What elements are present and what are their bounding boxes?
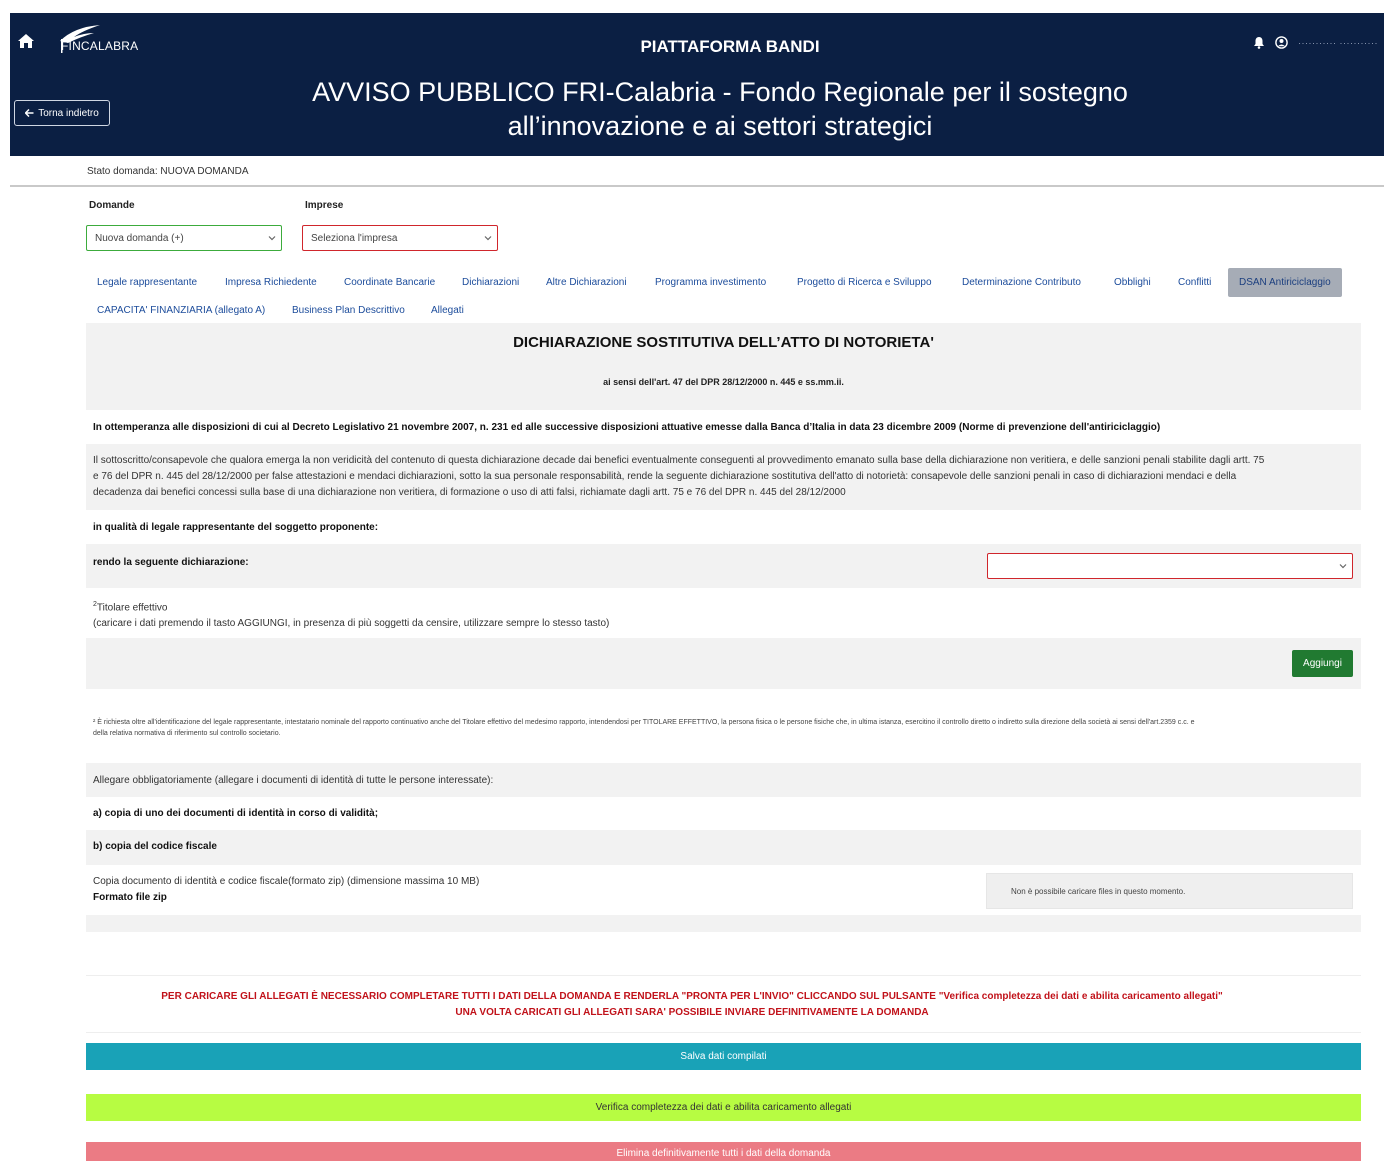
form-header: DICHIARAZIONE SOSTITUTIVA DELL’ATTO DI N… — [86, 323, 1361, 410]
username[interactable]: ··········· ··········· — [1298, 38, 1378, 48]
imprese-label: Imprese — [305, 200, 344, 211]
tab-programma-investimento[interactable]: Programma investimento — [644, 268, 777, 297]
back-button-label: Torna indietro — [38, 107, 99, 119]
back-button[interactable]: Torna indietro — [14, 100, 110, 126]
warning-line2: UNA VOLTA CARICATI GLI ALLEGATI SARA' PO… — [455, 1007, 929, 1018]
intro-row: In ottemperanza alle disposizioni di cui… — [86, 410, 1361, 444]
form-subtitle: ai sensi dell'art. 47 del DPR 28/12/2000… — [603, 377, 844, 387]
application-status: Stato domanda: NUOVA DOMANDA — [87, 166, 249, 177]
upload-box[interactable]: Non è possibile caricare files in questo… — [986, 873, 1353, 909]
item-b-row: b) copia del codice fiscale — [86, 830, 1361, 865]
app-header: FINCALABRA PIATTAFORMA BANDI ···········… — [10, 13, 1384, 156]
upload-row: Copia documento di identità e codice fis… — [86, 865, 1361, 915]
platform-title: PIATTAFORMA BANDI — [640, 37, 820, 56]
qualita-text: in qualità di legale rappresentante del … — [93, 522, 379, 533]
tab-legale-rappresentante[interactable]: Legale rappresentante — [86, 268, 208, 297]
tab-altre-dichiarazioni[interactable]: Altre Dichiarazioni — [535, 268, 638, 297]
verify-button[interactable]: Verifica completezza dei dati e abilita … — [86, 1094, 1361, 1121]
item-a-row: a) copia di uno dei documenti di identit… — [86, 797, 1361, 830]
imprese-select-value: Seleziona l'impresa — [311, 232, 398, 244]
tab-allegati[interactable]: Allegati — [420, 296, 475, 325]
tab-obblighi[interactable]: Obblighi — [1103, 268, 1162, 297]
intro-text: In ottemperanza alle disposizioni di cui… — [93, 422, 1161, 433]
warning-message: PER CARICARE GLI ALLEGATI È NECESSARIO C… — [0, 989, 1384, 1021]
declaration-body-line1: Il sottoscritto/consapevole che qualora … — [93, 455, 1265, 466]
upload-format: Formato file zip — [93, 892, 167, 903]
qualita-row: in qualità di legale rappresentante del … — [86, 510, 1361, 544]
domande-select-value: Nuova domanda (+) — [95, 232, 184, 244]
titolare-note: (caricare i dati premendo il tasto AGGIU… — [93, 618, 610, 630]
imprese-select[interactable]: Seleziona l'impresa — [302, 225, 498, 251]
rendo-row: rendo la seguente dichiarazione: — [86, 544, 1361, 588]
declaration-body-row: Il sottoscritto/consapevole che qualora … — [86, 444, 1361, 510]
bell-icon[interactable] — [1253, 36, 1265, 49]
save-button[interactable]: Salva dati compilati — [86, 1043, 1361, 1070]
tab-business-plan[interactable]: Business Plan Descrittivo — [281, 296, 416, 325]
call-title: AVVISO PUBBLICO FRI-Calabria - Fondo Reg… — [270, 75, 1170, 143]
tab-determinazione-contributo[interactable]: Determinazione Contributo — [951, 268, 1092, 297]
footnote-row: ² È richiesta oltre all'identificazione … — [86, 689, 1361, 763]
footnote-line2: della relativa normativa di riferimento … — [93, 730, 281, 737]
rendo-text: rendo la seguente dichiarazione: — [93, 557, 249, 568]
titolare-row: 2Titolare effettivo (caricare i dati pre… — [86, 588, 1361, 638]
chevron-down-icon — [268, 236, 276, 241]
warning-line1: PER CARICARE GLI ALLEGATI È NECESSARIO C… — [161, 991, 1223, 1002]
header-divider — [10, 185, 1384, 187]
titolare-label: Titolare effettivo — [96, 602, 168, 614]
chevron-down-icon — [1339, 564, 1347, 569]
delete-button[interactable]: Elimina definitivamente tutti i dati del… — [86, 1142, 1361, 1161]
allegare-text: Allegare obbligatoriamente (allegare i d… — [93, 775, 494, 786]
tab-dichiarazioni[interactable]: Dichiarazioni — [451, 268, 530, 297]
separator — [86, 975, 1361, 976]
upload-label: Copia documento di identità e codice fis… — [93, 876, 480, 887]
tab-capacita-finanziaria[interactable]: CAPACITA' FINANZIARIA (allegato A) — [86, 296, 276, 325]
item-a-text: a) copia di uno dei documenti di identit… — [93, 808, 379, 819]
chevron-down-icon — [484, 236, 492, 241]
arrow-left-icon — [25, 109, 34, 117]
form-title: DICHIARAZIONE SOSTITUTIVA DELL’ATTO DI N… — [513, 334, 934, 351]
allegare-row: Allegare obbligatoriamente (allegare i d… — [86, 763, 1361, 797]
call-title-line1: AVVISO PUBBLICO FRI-Calabria - Fondo Reg… — [312, 77, 1128, 107]
call-title-line2: all’innovazione e ai settori strategici — [507, 111, 933, 141]
domande-label: Domande — [89, 200, 135, 211]
item-b-text: b) copia del codice fiscale — [93, 841, 217, 852]
dichiarazione-select[interactable] — [987, 553, 1353, 579]
declaration-body-line3: decadenza dai benefici concessi sulla ba… — [93, 487, 846, 498]
form-footer — [86, 915, 1361, 932]
domande-select[interactable]: Nuova domanda (+) — [86, 225, 282, 251]
tab-conflitti[interactable]: Conflitti — [1167, 268, 1222, 297]
upload-status: Non è possibile caricare files in questo… — [1011, 886, 1186, 896]
footnote-line1: ² È richiesta oltre all'identificazione … — [93, 719, 1195, 726]
declaration-body-line2: e 76 del DPR n. 445 del 28/12/2000 per f… — [93, 471, 1237, 482]
add-button[interactable]: Aggiungi — [1292, 650, 1353, 677]
add-row: Aggiungi — [86, 638, 1361, 689]
separator — [86, 1032, 1361, 1033]
tab-progetto-ricerca-sviluppo[interactable]: Progetto di Ricerca e Sviluppo — [786, 268, 943, 297]
tab-coordinate-bancarie[interactable]: Coordinate Bancarie — [333, 268, 446, 297]
tab-impresa-richiedente[interactable]: Impresa Richiedente — [214, 268, 328, 297]
tab-dsan-antiriciclaggio[interactable]: DSAN Antiriciclaggio — [1228, 268, 1342, 297]
user-icon[interactable] — [1275, 36, 1288, 49]
user-area: ··········· ··········· — [1253, 36, 1378, 49]
